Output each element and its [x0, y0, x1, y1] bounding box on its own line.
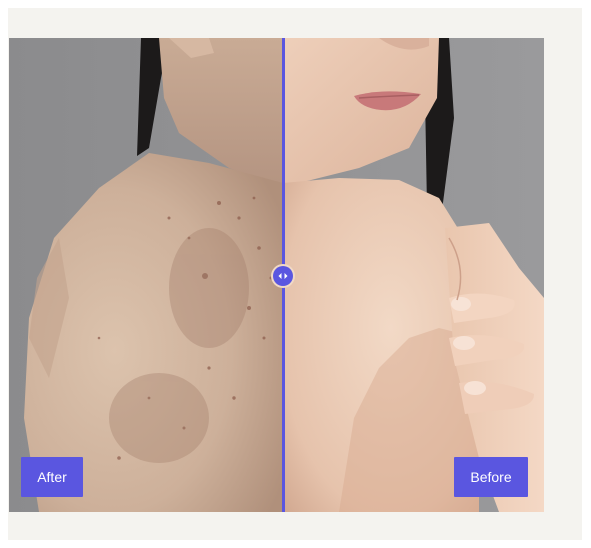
divider-handle[interactable] — [273, 266, 293, 286]
before-label-button[interactable]: Before — [454, 457, 528, 497]
after-label-button[interactable]: After — [21, 457, 83, 497]
left-right-arrows-icon — [278, 273, 288, 279]
before-after-comparison[interactable]: After Before — [9, 38, 544, 512]
